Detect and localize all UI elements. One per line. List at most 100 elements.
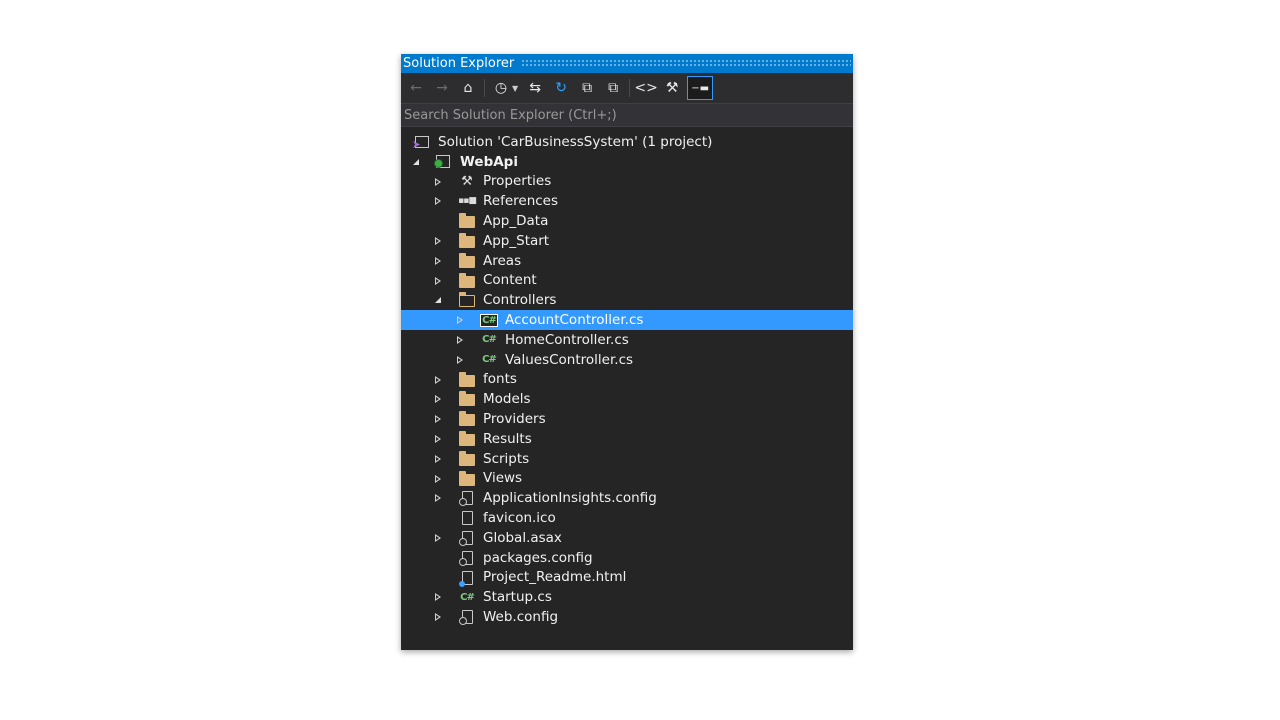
tree-item-label: App_Data — [483, 213, 549, 230]
expand-arrow-icon[interactable] — [433, 375, 443, 385]
tree-item[interactable]: Content — [401, 271, 853, 291]
expand-arrow-icon[interactable] — [433, 414, 443, 424]
image-file-icon — [458, 510, 476, 526]
forward-button[interactable]: → — [431, 77, 453, 99]
show-all-files-button[interactable]: ⧉ — [602, 77, 624, 99]
sync-with-active-document-button[interactable]: ⇆ — [524, 77, 546, 99]
expand-arrow-icon[interactable] — [433, 236, 443, 246]
expand-arrow-icon[interactable] — [433, 533, 443, 543]
properties-button[interactable]: ⚒ — [661, 77, 683, 99]
search-box — [401, 103, 853, 127]
chevron-down-icon[interactable]: ▼ — [512, 84, 518, 93]
tree-item[interactable]: packages.config — [401, 548, 853, 568]
asax-file-icon — [458, 530, 476, 546]
back-button[interactable]: ← — [405, 77, 427, 99]
tree-item[interactable]: fonts — [401, 370, 853, 390]
refresh-icon: ↻ — [555, 80, 568, 96]
search-input[interactable] — [401, 107, 853, 123]
refresh-button[interactable]: ↻ — [550, 77, 572, 99]
toolbar-separator — [629, 79, 631, 97]
tree-item[interactable]: Results — [401, 429, 853, 449]
tree-item[interactable]: Views — [401, 469, 853, 489]
collapse-all-button[interactable]: ⧉ — [576, 77, 598, 99]
tree-item-label: Solution 'CarBusinessSystem' (1 project) — [438, 133, 713, 150]
view-code-button[interactable]: <> — [634, 77, 658, 99]
tree-item-label: Scripts — [483, 450, 530, 467]
tree-item[interactable]: ⚒ Properties — [401, 172, 853, 192]
folder-open-icon — [458, 292, 476, 308]
preview-selected-items-button[interactable]: −▬ — [687, 76, 714, 100]
expand-arrow-icon[interactable] — [433, 434, 443, 444]
pending-changes-filter-button[interactable]: ◷ — [490, 77, 512, 99]
home-button[interactable]: ⌂ — [457, 77, 479, 99]
tree-item[interactable]: Scripts — [401, 449, 853, 469]
expand-arrow-icon[interactable] — [433, 276, 443, 286]
tree-item-label: AccountController.cs — [505, 312, 644, 329]
folder-icon — [458, 213, 476, 229]
solution-explorer-toolbar: ← → ⌂ ◷ ▼ ⇆ ↻ ⧉ ⧉ <> ⚒ −▬ — [401, 73, 853, 103]
panel-title-bar[interactable]: Solution Explorer — [401, 54, 853, 73]
tree-item[interactable]: App_Data — [401, 211, 853, 231]
tree-item-label: favicon.ico — [483, 510, 556, 527]
collapse-arrow-icon[interactable] — [411, 157, 421, 167]
expand-arrow-icon[interactable] — [455, 315, 465, 325]
expand-arrow-icon[interactable] — [433, 612, 443, 622]
tree-item-label: Startup.cs — [483, 589, 552, 606]
tree-item[interactable]: Areas — [401, 251, 853, 271]
folder-icon — [458, 450, 476, 467]
config-file-icon — [458, 490, 476, 507]
sync-icon: ⇆ — [529, 80, 542, 96]
tree-item[interactable]: ApplicationInsights.config — [401, 488, 853, 508]
expand-arrow-icon[interactable] — [433, 454, 443, 464]
tree-item-label: Properties — [483, 173, 552, 190]
expand-arrow-icon[interactable] — [433, 394, 443, 404]
collapse-arrow-icon[interactable] — [433, 295, 443, 305]
tree-item[interactable]: C# Startup.cs — [401, 587, 853, 607]
tree-item[interactable]: favicon.ico — [401, 508, 853, 528]
tree-item[interactable]: Global.asax — [401, 528, 853, 548]
properties-icon: ⚒ — [665, 80, 679, 96]
home-icon: ⌂ — [463, 80, 473, 96]
expand-arrow-icon[interactable] — [433, 493, 443, 503]
tree-item-label: ApplicationInsights.config — [483, 490, 657, 507]
tree-item[interactable]: WebApi — [401, 152, 853, 172]
tree-item[interactable]: App_Start — [401, 231, 853, 251]
tree-item[interactable]: Controllers — [401, 290, 853, 310]
tree-item-label: Areas — [483, 252, 522, 269]
view-code-icon: <> — [634, 80, 658, 96]
wrench-icon: ⚒ — [461, 174, 473, 190]
tree-item[interactable]: ▪▪■ References — [401, 191, 853, 211]
tree-item[interactable]: C# AccountController.cs — [401, 310, 853, 330]
folder-icon — [458, 252, 476, 269]
csharp-file-icon: C# — [460, 591, 475, 603]
panel-title: Solution Explorer — [403, 56, 521, 71]
expand-arrow-icon[interactable] — [433, 256, 443, 266]
solution-icon — [413, 134, 431, 150]
tree-item[interactable]: Web.config — [401, 607, 853, 627]
expand-arrow-icon[interactable] — [455, 335, 465, 345]
tree-item[interactable]: C# ValuesController.cs — [401, 350, 853, 370]
folder-icon — [458, 430, 476, 447]
tree-item[interactable]: Project_Readme.html — [401, 568, 853, 588]
tree-item-label: Project_Readme.html — [483, 569, 627, 586]
tree-item[interactable]: C# HomeController.cs — [401, 330, 853, 350]
expand-arrow-icon[interactable] — [433, 196, 443, 206]
folder-icon — [458, 232, 476, 249]
html-file-icon — [458, 570, 476, 587]
expand-arrow-icon[interactable] — [455, 355, 465, 365]
tree-item[interactable]: Models — [401, 389, 853, 409]
expand-arrow-icon[interactable] — [433, 177, 443, 187]
folder-icon — [458, 371, 476, 388]
expand-arrow-icon[interactable] — [433, 592, 443, 602]
tree-item-label: Content — [483, 272, 537, 289]
tree-item-label: Providers — [483, 411, 546, 428]
tree-item-label: ValuesController.cs — [505, 351, 634, 368]
csharp-file-icon: C# — [480, 313, 498, 327]
tree-item[interactable]: Providers — [401, 409, 853, 429]
solution-tree: Solution 'CarBusinessSystem' (1 project)… — [401, 132, 853, 627]
config-file-icon — [458, 609, 476, 626]
expand-arrow-icon[interactable] — [433, 474, 443, 484]
solution-explorer-panel: Solution Explorer ← → ⌂ ◷ ▼ ⇆ ↻ ⧉ ⧉ <> ⚒… — [401, 54, 853, 650]
tree-item[interactable]: Solution 'CarBusinessSystem' (1 project) — [401, 132, 853, 152]
csharp-file-icon: C# — [482, 354, 497, 366]
